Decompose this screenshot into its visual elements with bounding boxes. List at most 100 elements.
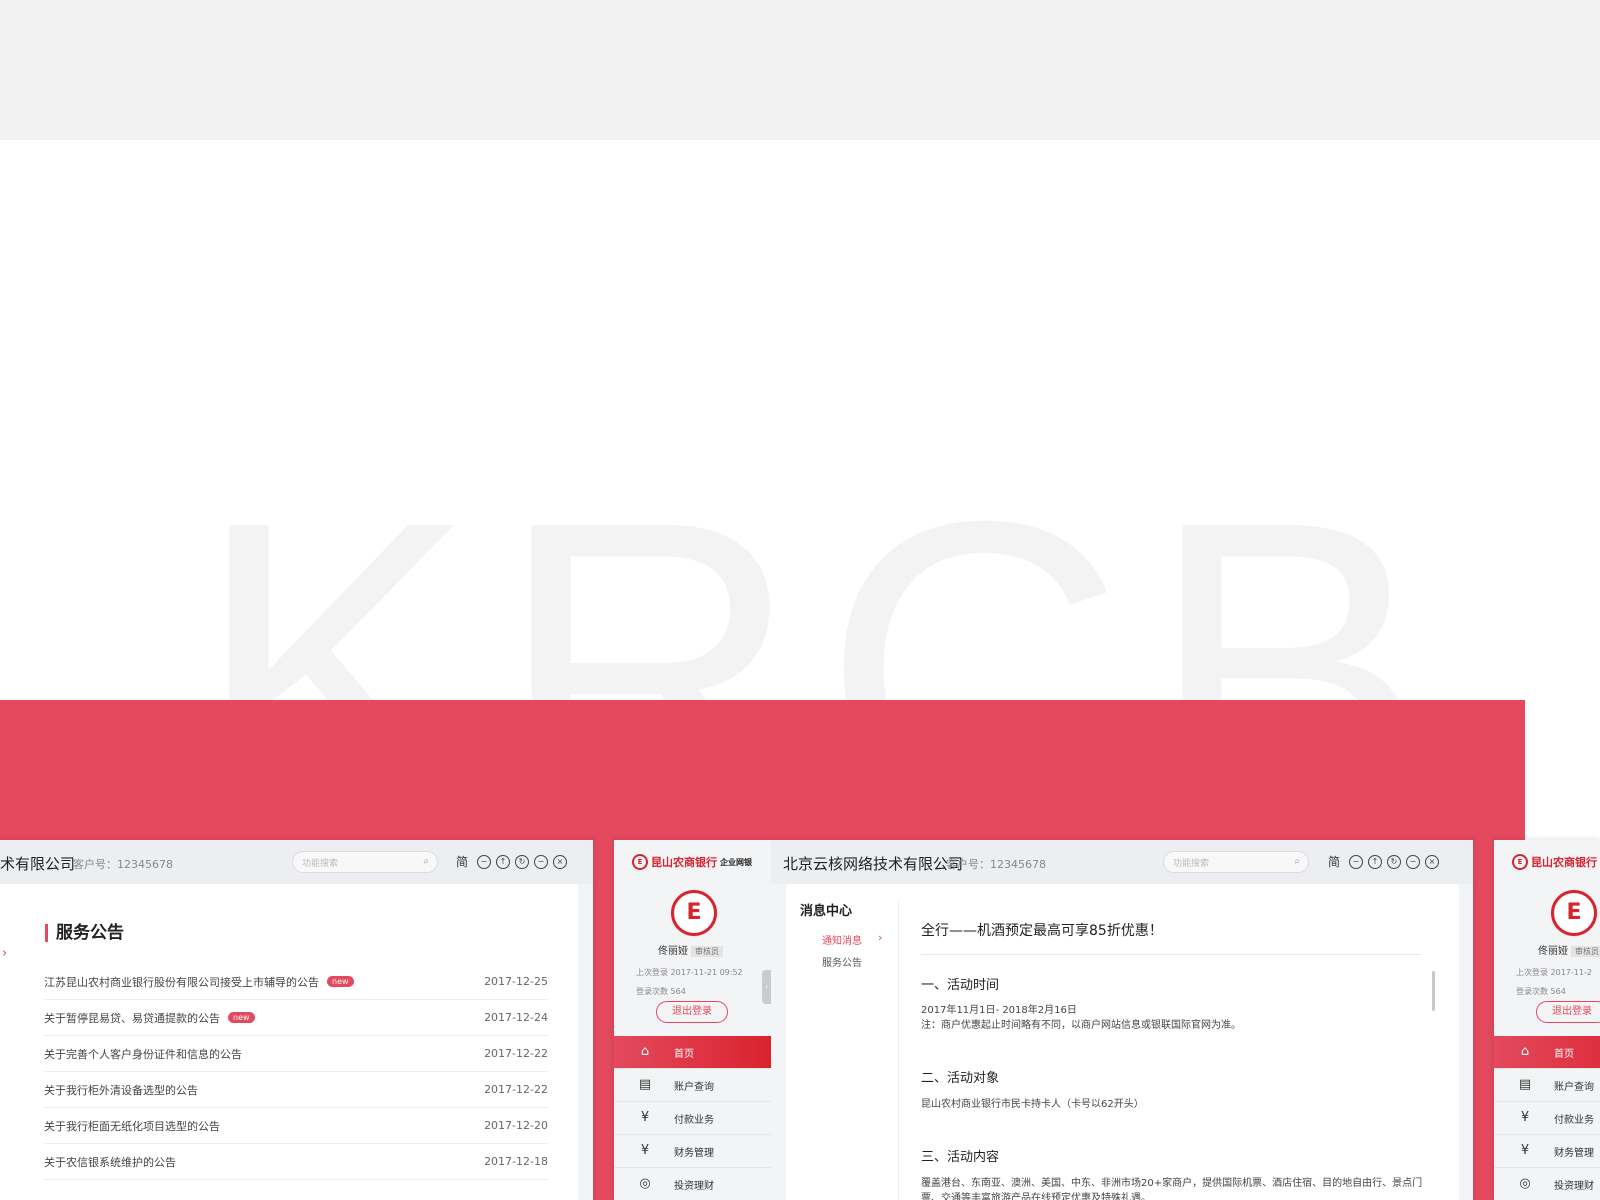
- search-icon[interactable]: ⌕: [1294, 856, 1300, 867]
- nav-item[interactable]: ▤ 账户查询: [1494, 1069, 1600, 1102]
- announcement-row[interactable]: 关于我行柜面无纸化项目选型的公告 2017-12-20: [44, 1108, 548, 1144]
- announcement-title[interactable]: 江苏昆山农村商业银行股份有限公司接受上市辅导的公告: [44, 974, 319, 990]
- collapse-sidebar-handle[interactable]: ‹: [762, 970, 771, 1004]
- announcement-title[interactable]: 关于我行柜面无纸化项目选型的公告: [44, 1118, 220, 1134]
- last-login: 上次登录 2017-11-21 09:52: [636, 968, 743, 977]
- minimize-circle-icon[interactable]: −: [1406, 854, 1421, 869]
- user-name-row: 佟丽娅 审核员: [658, 942, 723, 957]
- announcement-row[interactable]: 江苏昆山农村商业银行股份有限公司接受上市辅导的公告 new 2017-12-25: [44, 964, 548, 1000]
- search-input[interactable]: 功能搜索 ⌕: [292, 851, 438, 873]
- user-name: 佟丽娅: [658, 946, 688, 957]
- logout-button[interactable]: 退出登录: [1536, 1001, 1600, 1023]
- bank-name: 昆山农商银行: [651, 856, 717, 869]
- bank-logo-icon: E: [632, 854, 648, 870]
- announcement-title-wrap: 关于暂停昆易贷、易贷通提款的公告 new: [44, 1010, 255, 1026]
- section-text: 注：商户优惠起止时间略有不同，以商户网站信息或银联国际官网为准。: [921, 1020, 1241, 1031]
- submenu-item-notices[interactable]: 通知消息: [822, 932, 862, 947]
- announcement-title-wrap: 关于我行柜面无纸化项目选型的公告: [44, 1118, 220, 1134]
- nav-item[interactable]: ◎ 投资理财: [614, 1168, 771, 1200]
- submenu-item-announcements[interactable]: 服务公告: [822, 954, 862, 969]
- search-placeholder: 功能搜索: [302, 859, 339, 869]
- role-badge: 审核员: [1571, 946, 1600, 957]
- announcement-list: 江苏昆山农村商业银行股份有限公司接受上市辅导的公告 new 2017-12-25 关于…: [44, 964, 548, 1180]
- language-toggle[interactable]: 简: [1328, 853, 1340, 870]
- section-text: 昆山农村商业银行市民卡持卡人（卡号以62开头）: [921, 1099, 1144, 1110]
- investment-icon: ◎: [1519, 1176, 1531, 1191]
- search-icon[interactable]: ⌕: [423, 856, 429, 867]
- role-badge: 审核员: [691, 946, 723, 957]
- logout-button[interactable]: 退出登录: [656, 1001, 728, 1023]
- announcement-row[interactable]: 关于农信银系统维护的公告 2017-12-18: [44, 1144, 548, 1180]
- avatar[interactable]: E: [1551, 890, 1597, 936]
- search-input[interactable]: 功能搜索 ⌕: [1163, 851, 1309, 873]
- announcement-title-wrap: 江苏昆山农村商业银行股份有限公司接受上市辅导的公告 new: [44, 974, 354, 990]
- announcement-row[interactable]: 关于完善个人客户身份证件和信息的公告 2017-12-22: [44, 1036, 548, 1072]
- nav-item-label: 财务管理: [674, 1147, 714, 1159]
- nav-item[interactable]: ¥ 财务管理: [614, 1135, 771, 1168]
- nav-item[interactable]: ⌂ 首页: [1494, 1036, 1600, 1069]
- section-heading: 二、活动对象: [921, 1071, 1000, 1086]
- announcement-title[interactable]: 关于完善个人客户身份证件和信息的公告: [44, 1046, 242, 1062]
- announcement-row[interactable]: 关于暂停昆易贷、易贷通提款的公告 new 2017-12-24: [44, 1000, 548, 1036]
- section-text: 覆盖港台、东南亚、澳洲、美国、中东、非洲市场20+家商户，提供国际机票、酒店住宿…: [921, 1178, 1423, 1189]
- announcement-title[interactable]: 关于农信银系统维护的公告: [44, 1154, 176, 1170]
- bank-name: 昆山农商银行: [1531, 856, 1597, 869]
- minus-circle-icon[interactable]: −: [1349, 854, 1364, 869]
- nav-item[interactable]: ¥ 付款业务: [614, 1102, 771, 1135]
- top-band: [0, 0, 1600, 140]
- chevron-right-icon: ›: [878, 931, 883, 944]
- nav-item[interactable]: ◎ 投资理财: [1494, 1168, 1600, 1200]
- bank-suffix: 企业网银: [720, 857, 752, 867]
- user-name: 佟丽娅: [1538, 946, 1568, 957]
- announcement-title[interactable]: 关于暂停昆易贷、易贷通提款的公告: [44, 1010, 220, 1026]
- announcement-title-wrap: 关于我行柜外清设备选型的公告: [44, 1082, 198, 1098]
- divider: [921, 954, 1421, 955]
- investment-icon: ◎: [639, 1176, 651, 1191]
- language-toggle[interactable]: 简: [456, 853, 468, 870]
- message-center-window: E 昆山农商银行 企业网银 E 佟丽娅 审核员 上次登录 2017-11-21 0…: [614, 840, 1473, 1200]
- refresh-circle-icon[interactable]: ↻: [515, 854, 530, 869]
- nav-item-label: 账户查询: [674, 1081, 714, 1093]
- company-name: 北京云核网络技术有限公司: [783, 855, 964, 873]
- close-circle-icon[interactable]: ×: [1425, 854, 1440, 869]
- company-name: 术有限公司: [0, 855, 76, 873]
- minus-circle-icon[interactable]: −: [477, 854, 492, 869]
- login-count: 登录次数 564: [636, 987, 686, 996]
- announcement-date: 2017-12-20: [484, 1119, 548, 1132]
- nav-item[interactable]: ▤ 账户查询: [614, 1069, 771, 1102]
- refresh-circle-icon[interactable]: ↻: [1387, 854, 1402, 869]
- main-nav: ⌂ 首页 ▤ 账户查询 ¥ 付款业务 ¥ 财务管理 ◎ 投资理财: [1494, 1036, 1600, 1200]
- bank-logo: E 昆山农商银行: [1512, 854, 1597, 870]
- section-heading: 一、活动时间: [921, 978, 1000, 993]
- customer-number: 客户号：12345678: [946, 858, 1046, 871]
- message-card: 消息中心 通知消息 › 服务公告 全行——机酒预定最高可享85折优惠！ 一、活动…: [786, 884, 1459, 1200]
- payment-icon: ¥: [1520, 1110, 1530, 1125]
- upload-circle-icon[interactable]: ↑: [1368, 854, 1383, 869]
- nav-item[interactable]: ¥ 付款业务: [1494, 1102, 1600, 1135]
- nav-item-label: 首页: [674, 1048, 694, 1060]
- close-circle-icon[interactable]: ×: [553, 854, 568, 869]
- section-heading: 三、活动内容: [921, 1150, 1000, 1165]
- announcement-row[interactable]: 关于我行柜外清设备选型的公告 2017-12-22: [44, 1072, 548, 1108]
- page-title: 服务公告: [45, 924, 124, 942]
- search-placeholder: 功能搜索: [1173, 859, 1210, 869]
- account-query-icon: ▤: [638, 1077, 652, 1092]
- nav-item[interactable]: ¥ 财务管理: [1494, 1135, 1600, 1168]
- user-name-row: 佟丽娅 审核员: [1538, 942, 1600, 957]
- scrollbar[interactable]: [1432, 971, 1435, 1011]
- article: 全行——机酒预定最高可享85折优惠！ 一、活动时间 2017年11月1日- 20…: [921, 884, 1459, 1200]
- section-text: 2017年11月1日- 2018年2月16日: [921, 1005, 1077, 1016]
- minimize-circle-icon[interactable]: −: [534, 854, 549, 869]
- announcement-title[interactable]: 关于我行柜外清设备选型的公告: [44, 1082, 198, 1098]
- article-title: 全行——机酒预定最高可享85折优惠！: [921, 923, 1163, 939]
- chevron-right-icon: ›: [2, 946, 8, 961]
- nav-item[interactable]: ⌂ 首页: [614, 1036, 771, 1069]
- nav-item-label: 财务管理: [1554, 1147, 1594, 1159]
- message-center-title: 消息中心: [800, 904, 853, 919]
- login-count: 登录次数 564: [1516, 987, 1566, 996]
- announcement-card: › 服务公告 江苏昆山农村商业银行股份有限公司接受上市辅导的公告 new 2017-…: [0, 884, 578, 1200]
- upload-circle-icon[interactable]: ↑: [496, 854, 511, 869]
- avatar[interactable]: E: [671, 890, 717, 936]
- home-icon: ⌂: [640, 1044, 650, 1059]
- nav-item-label: 账户查询: [1554, 1081, 1594, 1093]
